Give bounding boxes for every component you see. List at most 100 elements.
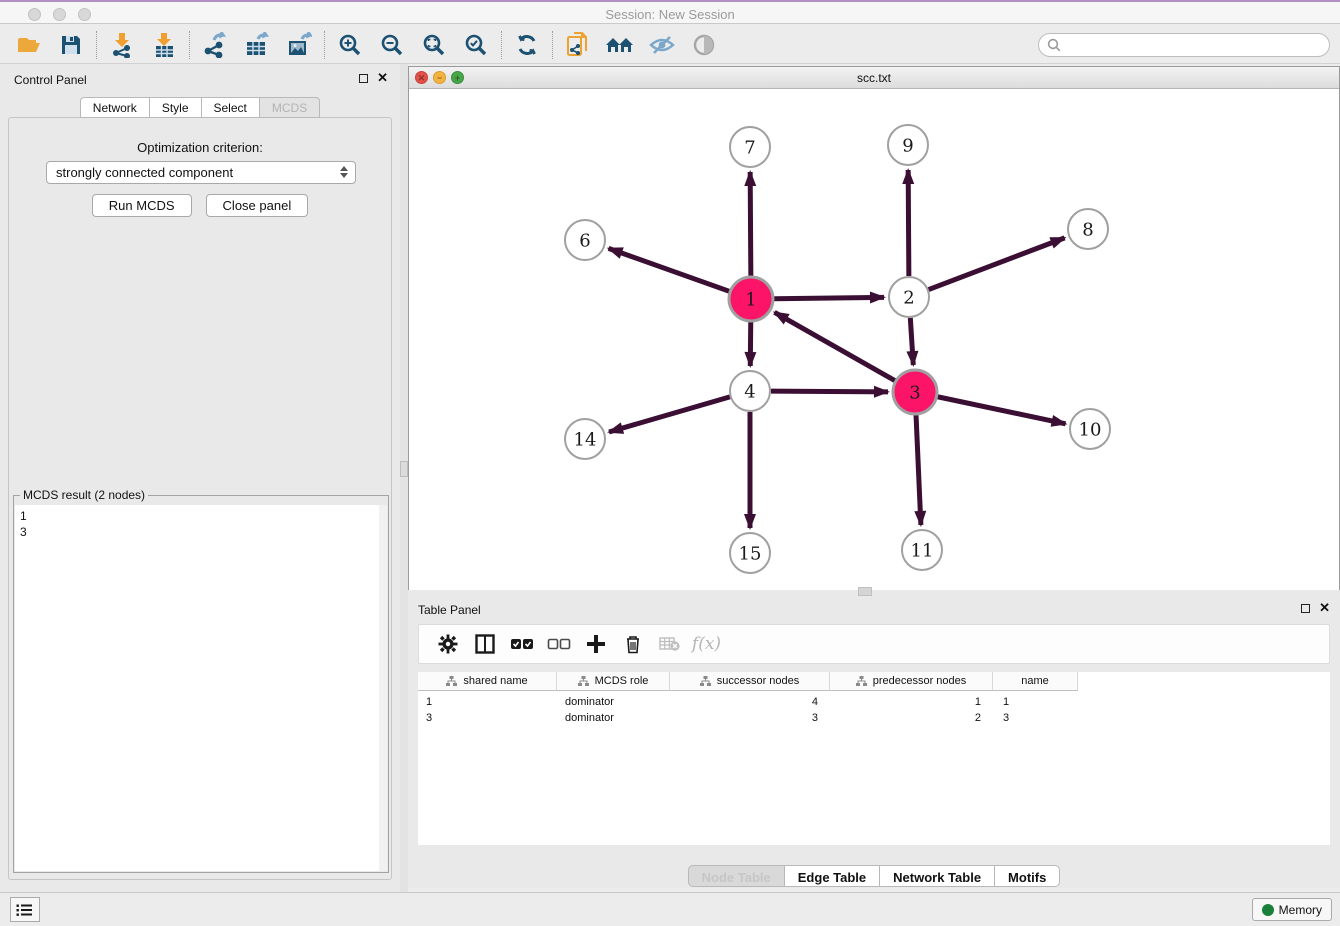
cell-mcds-role[interactable]: dominator (557, 710, 670, 726)
network-window-titlebar[interactable]: ✕ − + scc.txt (409, 67, 1339, 89)
column-header-shared-name[interactable]: shared name (418, 672, 557, 691)
column-label: predecessor nodes (873, 675, 967, 687)
table-row[interactable]: 1 dominator 4 1 1 (418, 694, 1078, 710)
graph-edge-3-11[interactable] (916, 415, 921, 525)
cell-predecessor-nodes[interactable]: 2 (830, 710, 993, 726)
memory-button[interactable]: Memory (1252, 898, 1332, 921)
float-panel-icon[interactable] (359, 74, 368, 83)
close-panel-button[interactable]: Close panel (206, 194, 309, 217)
search-box[interactable] (1038, 33, 1330, 57)
import-table-icon[interactable] (143, 29, 185, 61)
select-all-icon[interactable] (503, 628, 540, 660)
zoom-in-icon[interactable] (329, 29, 371, 61)
optimization-criterion-label: Optimization criterion: (9, 140, 391, 155)
export-image-icon[interactable] (278, 29, 320, 61)
result-scrollbar[interactable] (379, 505, 387, 871)
column-header-name[interactable]: name (993, 672, 1078, 691)
splitter-handle[interactable] (858, 587, 872, 596)
zoom-out-icon[interactable] (371, 29, 413, 61)
graph-edge-4-14[interactable] (609, 397, 730, 432)
run-mcds-button[interactable]: Run MCDS (92, 194, 192, 217)
cell-successor-nodes[interactable]: 4 (670, 694, 830, 710)
column-header-predecessor-nodes[interactable]: predecessor nodes (830, 672, 993, 691)
tab-edge-table[interactable]: Edge Table (784, 865, 879, 887)
graph-edge-1-6[interactable] (609, 248, 730, 291)
toolbar-separator (324, 31, 325, 59)
status-bar: Memory (0, 892, 1340, 926)
home-icon[interactable] (599, 29, 641, 61)
task-history-button[interactable] (10, 897, 40, 922)
export-table-icon[interactable] (236, 29, 278, 61)
export-network-icon[interactable] (194, 29, 236, 61)
cell-predecessor-nodes[interactable]: 1 (830, 694, 993, 710)
graph-edge-3-1[interactable] (774, 312, 895, 380)
graph-edge-2-8[interactable] (929, 238, 1065, 290)
memory-status-icon (1262, 904, 1274, 916)
show-graphics-icon[interactable] (683, 29, 725, 61)
graph-node-label: 7 (744, 138, 755, 159)
tab-network[interactable]: Network (80, 97, 149, 118)
vertical-splitter[interactable] (400, 64, 408, 892)
deselect-all-icon[interactable] (540, 628, 577, 660)
import-network-icon[interactable] (101, 29, 143, 61)
tab-network-table[interactable]: Network Table (879, 865, 994, 887)
network-graph[interactable]: 7968124314101511 (409, 89, 1339, 590)
column-header-mcds-role[interactable]: MCDS role (557, 672, 670, 691)
delete-column-icon[interactable] (614, 628, 651, 660)
zoom-selected-icon[interactable] (455, 29, 497, 61)
add-column-icon[interactable] (577, 628, 614, 660)
column-layout-icon[interactable] (466, 628, 503, 660)
mcds-result-title: MCDS result (2 nodes) (20, 488, 148, 502)
graph-node-label: 3 (909, 383, 920, 404)
tab-select[interactable]: Select (201, 97, 259, 118)
graph-edge-1-2[interactable] (774, 297, 884, 298)
tab-style[interactable]: Style (149, 97, 201, 118)
graph-edge-1-7[interactable] (750, 172, 751, 276)
hide-graphics-icon[interactable] (641, 29, 683, 61)
mcds-result-text[interactable]: 1 3 (15, 505, 379, 871)
cell-mcds-role[interactable]: dominator (557, 694, 670, 710)
graph-node-label: 11 (911, 541, 934, 562)
open-session-icon[interactable] (8, 29, 50, 61)
graph-edge-2-9[interactable] (908, 170, 909, 276)
cell-shared-name[interactable]: 3 (418, 710, 557, 726)
search-input[interactable] (1061, 36, 1329, 54)
control-panel: Control Panel ✕ Network Style Select MCD… (0, 64, 400, 892)
zoom-fit-icon[interactable] (413, 29, 455, 61)
toolbar-separator (189, 31, 190, 59)
float-panel-icon[interactable] (1301, 604, 1310, 613)
delete-table-icon[interactable] (651, 628, 688, 660)
tab-mcds[interactable]: MCDS (259, 97, 320, 118)
refresh-icon[interactable] (506, 29, 548, 61)
column-label: successor nodes (717, 675, 800, 687)
graph-node-label: 9 (902, 136, 913, 157)
column-label: name (1021, 675, 1049, 687)
table-row[interactable]: 3 dominator 3 2 3 (418, 710, 1078, 726)
cell-shared-name[interactable]: 1 (418, 694, 557, 710)
attribute-icon (446, 676, 457, 686)
splitter-handle[interactable] (400, 461, 408, 477)
close-panel-icon[interactable]: ✕ (377, 73, 388, 83)
function-builder-icon[interactable]: f(x) (688, 628, 725, 660)
toolbar-separator (96, 31, 97, 59)
graph-edge-4-3[interactable] (771, 391, 888, 392)
graph-node-label: 14 (574, 430, 597, 451)
close-panel-icon[interactable]: ✕ (1319, 603, 1330, 613)
column-header-successor-nodes[interactable]: successor nodes (670, 672, 830, 691)
graph-edge-2-3[interactable] (910, 318, 913, 365)
network-canvas[interactable]: 7968124314101511 (409, 89, 1339, 590)
graph-edge-3-10[interactable] (938, 397, 1066, 424)
app-titlebar: Session: New Session (0, 0, 1340, 24)
toolbar-separator (552, 31, 553, 59)
control-panel-title: Control Panel (14, 73, 87, 87)
criterion-dropdown[interactable]: strongly connected component (46, 161, 356, 184)
tab-motifs[interactable]: Motifs (994, 865, 1060, 887)
gear-icon[interactable] (429, 628, 466, 660)
criterion-value: strongly connected component (56, 165, 233, 180)
clone-network-icon[interactable] (557, 29, 599, 61)
tab-node-table[interactable]: Node Table (688, 865, 784, 887)
cell-successor-nodes[interactable]: 3 (670, 710, 830, 726)
cell-name[interactable]: 1 (993, 694, 1078, 710)
cell-name[interactable]: 3 (993, 710, 1078, 726)
save-session-icon[interactable] (50, 29, 92, 61)
